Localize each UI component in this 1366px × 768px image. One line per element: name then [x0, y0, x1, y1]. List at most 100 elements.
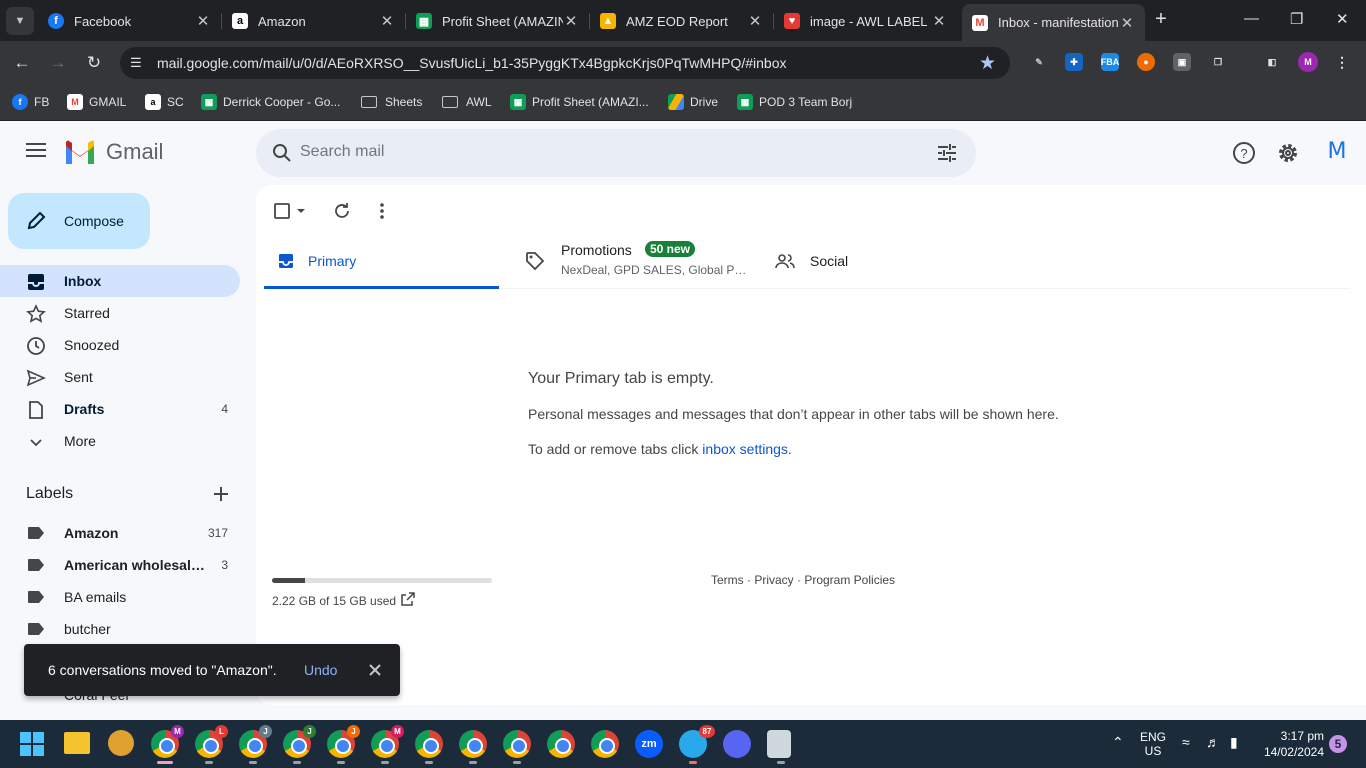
gmail-logo-icon[interactable]	[64, 140, 96, 164]
label-amazon[interactable]: Amazon 317	[0, 517, 240, 549]
tab-amazon[interactable]: a Amazon ✕	[222, 5, 406, 37]
bookmark-fb[interactable]: f FB	[12, 93, 49, 111]
address-bar[interactable]: ☰ mail.google.com/mail/u/0/d/AEoRXRSO__S…	[120, 47, 1010, 79]
label-butcher[interactable]: butcher	[0, 613, 240, 645]
nav-more[interactable]: More	[0, 425, 240, 457]
app-owl-icon[interactable]	[108, 730, 134, 756]
bookmark-star-icon[interactable]: ★	[979, 52, 996, 75]
screenshot-extension-icon[interactable]: ▣	[1173, 53, 1191, 71]
telegram-icon[interactable]: 87	[679, 725, 715, 764]
bookmark-sc[interactable]: a SC	[145, 93, 184, 111]
tab-primary[interactable]: Primary	[264, 233, 499, 289]
nav-snoozed[interactable]: Snoozed	[0, 329, 240, 361]
reload-icon[interactable]: ↻	[82, 51, 106, 75]
tab-awl-label[interactable]: ♥ image - AWL LABEL ✕	[774, 5, 957, 37]
select-all-checkbox[interactable]	[272, 201, 292, 221]
bookmark-derrick[interactable]: ▦ Derrick Cooper - Go...	[201, 93, 340, 111]
close-icon[interactable]	[366, 661, 384, 679]
extension-orange-icon[interactable]: ●	[1137, 53, 1155, 71]
url-text[interactable]: mail.google.com/mail/u/0/d/AEoRXRSO__Svu…	[157, 55, 787, 71]
search-options-icon[interactable]	[936, 142, 958, 164]
minimize-icon[interactable]: —	[1244, 10, 1259, 27]
close-tab-icon[interactable]: ✕	[747, 12, 763, 30]
search-input[interactable]	[300, 143, 900, 161]
close-tab-icon[interactable]: ✕	[1119, 14, 1135, 32]
bookmark-sheets-folder[interactable]: Sheets	[361, 93, 422, 111]
site-info-icon[interactable]: ☰	[130, 55, 146, 71]
tab-amz-eod[interactable]: ▲ AMZ EOD Report ✕	[590, 5, 774, 37]
wifi-icon[interactable]: ≈	[1182, 734, 1190, 750]
tab-inbox[interactable]: M Inbox - manifestation ✕	[962, 4, 1145, 41]
tab-promotions[interactable]	[517, 233, 762, 289]
extensions-puzzle-icon[interactable]: ❐	[1209, 53, 1227, 71]
chrome-profile-m-icon[interactable]: M	[151, 725, 184, 764]
fba-extension-icon[interactable]: FBA	[1101, 53, 1119, 71]
gmail-logo-text[interactable]: Gmail	[106, 139, 163, 165]
nav-drafts[interactable]: Drafts 4	[0, 393, 240, 425]
extension-puzzle-blue-icon[interactable]: ✚	[1065, 53, 1083, 71]
add-label-icon[interactable]	[212, 485, 230, 503]
browser-menu-icon[interactable]: ⋮	[1333, 53, 1351, 71]
zoom-app-icon[interactable]: zm	[635, 730, 663, 758]
language-indicator[interactable]: ENG US	[1140, 730, 1166, 758]
bookmark-drive[interactable]: Drive	[668, 93, 718, 111]
refresh-icon[interactable]	[332, 201, 352, 221]
close-tab-icon[interactable]: ✕	[379, 12, 395, 30]
account-avatar[interactable]: M	[1322, 137, 1352, 167]
nav-starred[interactable]: Starred	[0, 297, 240, 329]
compose-button[interactable]: Compose	[8, 193, 150, 249]
clock[interactable]: 3:17 pm 14/02/2024	[1262, 729, 1324, 759]
main-menu-icon[interactable]	[26, 143, 46, 157]
settings-gear-icon[interactable]	[1276, 141, 1300, 165]
chrome-profile-j3-icon[interactable]: J	[327, 725, 360, 764]
tab-search-button[interactable]: ▼	[6, 7, 34, 35]
chrome-profile-j-icon[interactable]: J	[239, 725, 272, 764]
forward-icon[interactable]: →	[46, 51, 70, 75]
footer-links[interactable]: Terms · Privacy · Program Policies	[711, 573, 895, 587]
search-icon[interactable]	[270, 141, 294, 165]
nav-sent[interactable]: Sent	[0, 361, 240, 393]
external-link-icon[interactable]	[400, 591, 416, 607]
bookmark-profit-sheet[interactable]: ▦ Profit Sheet (AMAZI...	[510, 93, 649, 111]
chrome-icon[interactable]	[591, 730, 619, 758]
side-panel-icon[interactable]: ◧	[1263, 53, 1281, 71]
label-american-wholesale[interactable]: American wholesale... 3	[0, 549, 240, 581]
chrome-icon[interactable]	[547, 730, 575, 758]
select-dropdown-icon[interactable]	[294, 201, 308, 221]
nav-inbox[interactable]: Inbox	[0, 265, 240, 297]
bookmark-pod3[interactable]: ▦ POD 3 Team Borj	[737, 93, 852, 111]
label-ba-emails[interactable]: BA emails	[0, 581, 240, 613]
chrome-icon[interactable]	[459, 730, 487, 764]
help-icon[interactable]: ?	[1232, 141, 1256, 165]
calculator-icon[interactable]	[767, 730, 791, 764]
battery-icon[interactable]: ▮	[1230, 734, 1238, 751]
volume-icon[interactable]: ♬	[1206, 734, 1220, 750]
close-tab-icon[interactable]: ✕	[931, 12, 947, 30]
discord-icon[interactable]	[723, 730, 751, 758]
bookmark-gmail[interactable]: M GMAIL	[67, 93, 126, 111]
close-tab-icon[interactable]: ✕	[195, 12, 211, 30]
chrome-profile-l-icon[interactable]: L	[195, 725, 228, 764]
extension-pen-icon[interactable]: ✎	[1030, 53, 1048, 71]
tab-profit-sheet[interactable]: ▦ Profit Sheet (AMAZIN ✕	[406, 5, 590, 37]
tab-facebook[interactable]: f Facebook ✕	[38, 5, 222, 37]
close-tab-icon[interactable]: ✕	[563, 12, 579, 30]
chrome-icon[interactable]	[503, 730, 531, 764]
inbox-settings-link[interactable]: inbox settings	[702, 441, 788, 457]
windows-start-icon[interactable]	[20, 732, 44, 756]
new-tab-button[interactable]: +	[1150, 8, 1172, 30]
undo-button[interactable]: Undo	[304, 662, 337, 678]
chrome-profile-m2-icon[interactable]: M	[371, 725, 404, 764]
bookmark-awl-folder[interactable]: AWL	[442, 93, 492, 111]
profile-avatar[interactable]: M	[1298, 52, 1318, 72]
notifications-badge[interactable]: 5	[1329, 735, 1347, 753]
restore-icon[interactable]: ❐	[1290, 10, 1303, 28]
file-explorer-icon[interactable]	[64, 732, 90, 754]
window-close-icon[interactable]: ✕	[1336, 10, 1349, 28]
tab-social[interactable]: Social	[767, 233, 1007, 289]
back-icon[interactable]: ←	[10, 51, 34, 75]
more-options-icon[interactable]	[372, 201, 392, 221]
chrome-icon[interactable]	[415, 730, 443, 764]
search-bar[interactable]	[256, 129, 976, 177]
chrome-profile-j2-icon[interactable]: J	[283, 725, 316, 764]
